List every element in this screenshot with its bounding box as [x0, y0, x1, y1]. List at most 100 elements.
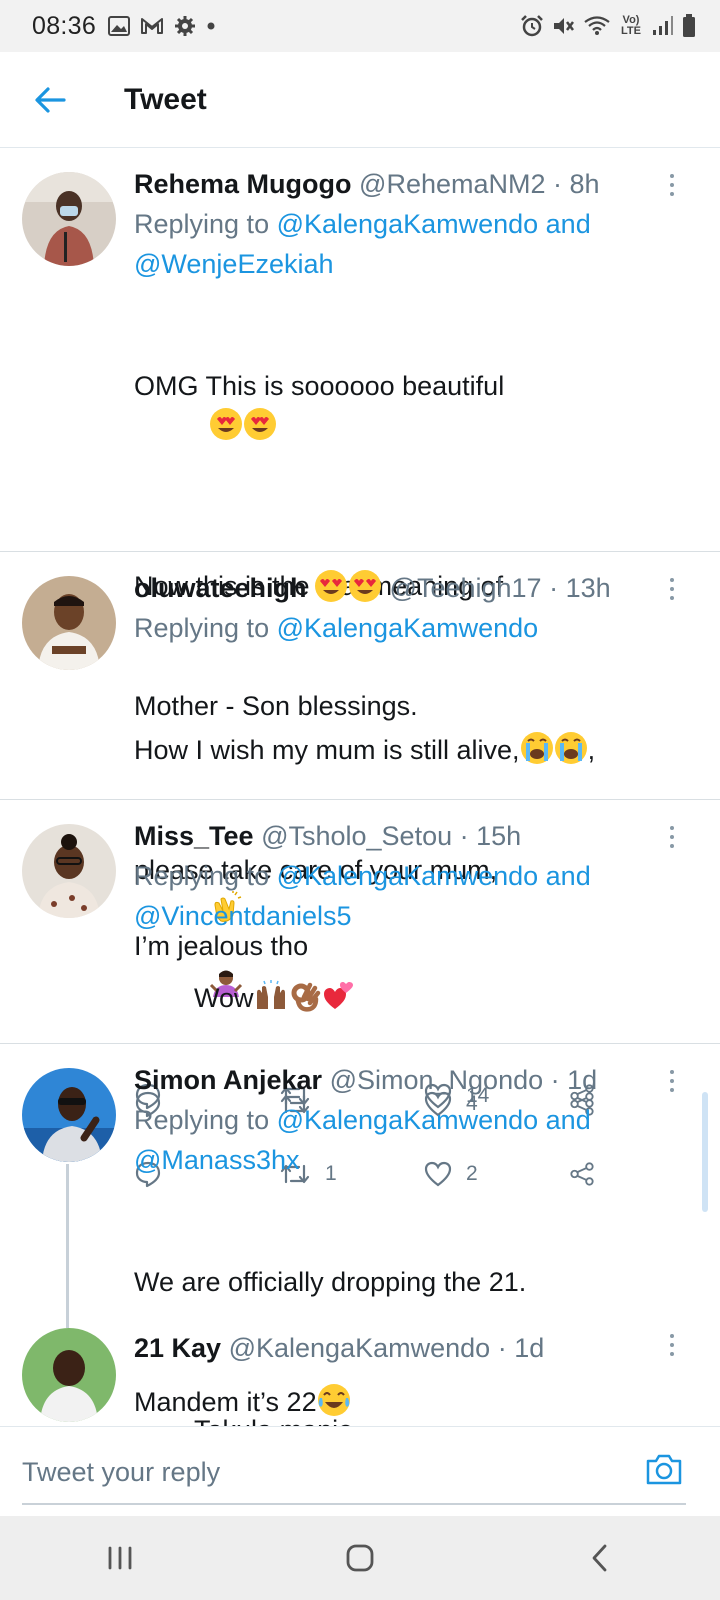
user-handle[interactable]: @Teehigh17 [390, 573, 542, 603]
settings-icon [174, 15, 196, 37]
back-button[interactable] [24, 74, 76, 126]
status-notification-icons [108, 15, 216, 37]
separator-dot: · [497, 1333, 507, 1363]
user-name[interactable]: oluwateehigh [134, 573, 307, 603]
separator-dot: · [553, 169, 563, 199]
home-button[interactable] [320, 1528, 400, 1588]
battery-icon [682, 14, 696, 38]
tweet-text-line: OMG This is soooooo beautiful [134, 371, 505, 401]
reply-input-underline [22, 1503, 686, 1505]
separator-dot: · [550, 1065, 560, 1095]
tweet-time: 1d [567, 1065, 598, 1095]
separator-dot: · [459, 821, 469, 851]
replying-to: Replying to @KalengaKamwendo and @Vincen… [134, 856, 680, 936]
tweet-text-line-end: , [587, 735, 596, 765]
replying-prefix: Replying to [134, 861, 277, 891]
more-options-button[interactable] [664, 1330, 680, 1360]
tweet-content: 21 Kay @KalengaKamwendo · 1d Takula manj… [134, 1328, 680, 1426]
raising-hands-emoji-icon [256, 980, 285, 1009]
user-handle[interactable]: @KalengaKamwendo [229, 1333, 491, 1363]
tweet-item[interactable]: oluwateehigh @Teehigh17 · 13h Replying t… [0, 552, 720, 1110]
more-options-button[interactable] [664, 1066, 680, 1096]
replying-prefix: Replying to [134, 1105, 277, 1135]
heart-eyes-emoji-icon [349, 570, 382, 602]
app-header: Tweet [0, 52, 720, 148]
crying-emoji-icon [554, 732, 587, 764]
replying-prefix: Replying to [134, 613, 277, 643]
user-handle[interactable]: @RehemaNM2 [359, 169, 545, 199]
replying-to: Replying to @KalengaKamwendo and @WenjeE… [134, 204, 680, 284]
crying-emoji-icon [520, 732, 553, 764]
heart-eyes-emoji-icon [315, 570, 348, 602]
separator-dot: · [549, 573, 559, 603]
tweet-header: Miss_Tee @Tsholo_Setou · 15h [134, 816, 680, 856]
replying-prefix: Replying to [134, 209, 277, 239]
tweet-time: 8h [569, 169, 600, 199]
user-name[interactable]: 21 Kay [134, 1333, 221, 1363]
replying-mentions[interactable]: @KalengaKamwendo [277, 613, 539, 643]
thread-connector [66, 1164, 69, 1328]
tweet-text-line: How I wish my mum is still alive, [134, 735, 520, 765]
user-handle[interactable]: @Tsholo_Setou [261, 821, 452, 851]
arrow-left-icon [35, 86, 66, 113]
reply-input[interactable] [22, 1445, 622, 1499]
avatar[interactable] [22, 824, 116, 918]
more-options-button[interactable] [664, 170, 680, 200]
tweet-text: Takula manje [134, 1370, 680, 1426]
system-back-button[interactable] [560, 1528, 640, 1588]
scrollbar-thumb[interactable] [702, 1092, 708, 1212]
tweet-header: Simon Anjekar @Simon_Ngondo · 1d [134, 1060, 680, 1100]
tweet-header: Rehema Mugogo @RehemaNM2 · 8h [134, 164, 680, 204]
replying-to: Replying to @KalengaKamwendo [134, 608, 680, 648]
recent-apps-button[interactable] [80, 1528, 160, 1588]
tweet-text: Wow [134, 938, 680, 1058]
tweet-item[interactable]: 21 Kay @KalengaKamwendo · 1d Takula manj… [0, 1328, 720, 1426]
status-bar: 08:36 Vo) LTE [0, 0, 720, 52]
image-icon [108, 16, 131, 36]
more-options-button[interactable] [664, 574, 680, 604]
status-system-icons: Vo) LTE [520, 14, 696, 38]
tweet-time: 1d [514, 1333, 545, 1363]
add-media-button[interactable] [642, 1447, 686, 1491]
home-icon [346, 1544, 374, 1572]
tweet-content: Miss_Tee @Tsholo_Setou · 15h Replying to… [134, 816, 680, 1058]
replies-feed[interactable]: Rehema Mugogo @RehemaNM2 · 8h Replying t… [0, 148, 720, 1426]
page-title: Tweet [124, 82, 207, 116]
tweet-header: oluwateehigh @Teehigh17 · 13h [134, 568, 680, 608]
reply-composer [0, 1426, 720, 1516]
tweet-item[interactable]: Simon Anjekar @Simon_Ngondo · 1d Replyin… [0, 1044, 720, 1417]
tweet-text-line: Takula manje [194, 1415, 353, 1426]
signal-icon [652, 16, 674, 36]
dot-icon [206, 21, 216, 31]
status-time: 08:36 [32, 11, 97, 40]
avatar[interactable] [22, 1068, 116, 1162]
more-options-button[interactable] [664, 822, 680, 852]
heart-eyes-emoji-icon [244, 408, 277, 440]
avatar[interactable] [22, 172, 116, 266]
gmail-icon [140, 17, 164, 35]
tweet-text-line: We are officially dropping the 21. [134, 1267, 527, 1297]
recent-apps-icon [108, 1546, 132, 1570]
tweet-header: 21 Kay @KalengaKamwendo · 1d [134, 1328, 680, 1368]
avatar[interactable] [22, 1328, 116, 1422]
camera-icon [646, 1454, 682, 1485]
user-name[interactable]: Simon Anjekar [134, 1065, 322, 1095]
system-nav-bar [0, 1516, 720, 1600]
avatar[interactable] [22, 576, 116, 670]
tweet-time: 13h [565, 573, 611, 603]
tweet-time: 15h [476, 821, 522, 851]
tweet-item[interactable]: Miss_Tee @Tsholo_Setou · 15h Replying to… [0, 800, 720, 1118]
mute-icon [552, 15, 576, 37]
chevron-left-icon [592, 1544, 607, 1572]
replying-to: Replying to @KalengaKamwendo and @Manass… [134, 1100, 680, 1180]
volte-icon: Vo) LTE [621, 14, 641, 37]
two-hearts-emoji-icon [323, 982, 353, 1009]
heart-eyes-emoji-icon [210, 408, 243, 440]
wifi-icon [584, 16, 610, 36]
user-name[interactable]: Rehema Mugogo [134, 169, 352, 199]
tweet-item[interactable]: Rehema Mugogo @RehemaNM2 · 8h Replying t… [0, 148, 720, 1188]
tweet-text-line: Wow [194, 983, 254, 1013]
user-handle[interactable]: @Simon_Ngondo [330, 1065, 544, 1095]
user-name[interactable]: Miss_Tee [134, 821, 254, 851]
ok-hand-emoji-icon [291, 982, 320, 1012]
